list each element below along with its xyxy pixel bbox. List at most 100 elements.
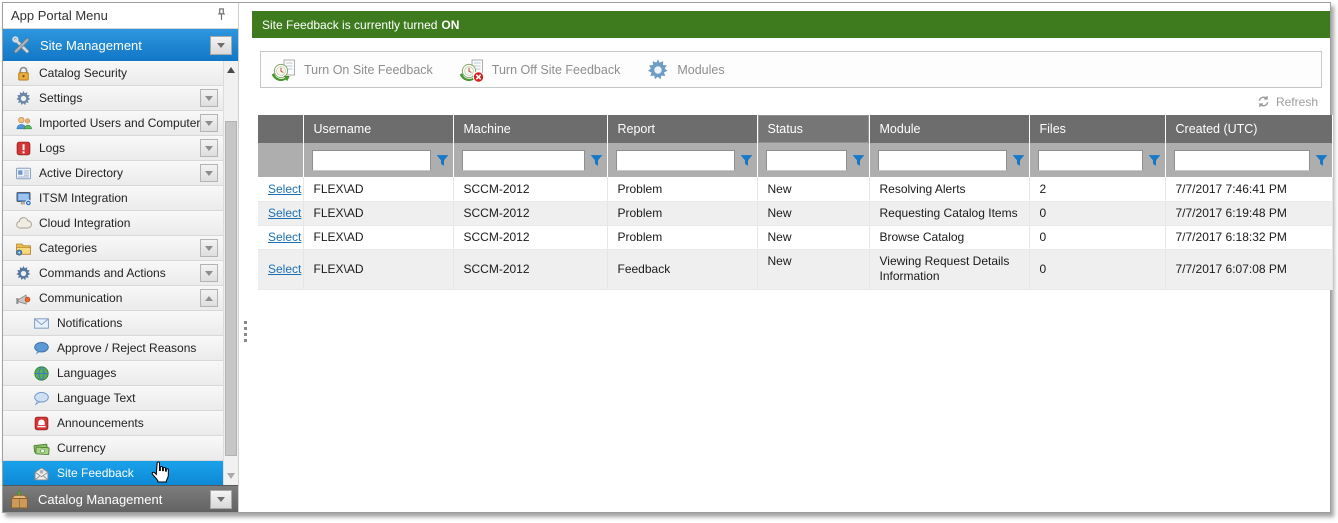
cell-report: Problem: [607, 201, 757, 225]
files-filter-input[interactable]: [1038, 150, 1143, 171]
select-link[interactable]: Select: [268, 262, 301, 276]
cell-created: 7/7/2017 6:18:32 PM: [1165, 225, 1332, 249]
sidebar-item-catalog-security[interactable]: Catalog Security: [3, 61, 223, 86]
filter-funnel-icon[interactable]: [1012, 154, 1025, 167]
sidebar-item-language-text[interactable]: Language Text: [3, 386, 223, 411]
cell-report: Problem: [607, 225, 757, 249]
sidebar-item-cloud-integration[interactable]: Cloud Integration: [3, 211, 223, 236]
refresh-button[interactable]: Refresh: [1276, 95, 1318, 109]
cell-machine: SCCM-2012: [453, 249, 607, 289]
box-icon: [9, 489, 30, 510]
filter-funnel-icon[interactable]: [1315, 154, 1328, 167]
sidebar-item-announcements[interactable]: Announcements: [3, 411, 223, 436]
item-label: ITSM Integration: [39, 191, 128, 205]
cell-created: 7/7/2017 6:19:48 PM: [1165, 201, 1332, 225]
item-label: Communication: [39, 291, 122, 305]
sidebar-item-imported-users-and-computers[interactable]: Imported Users and Computers: [3, 111, 223, 136]
lock-icon: [15, 65, 32, 82]
created-filter-input[interactable]: [1174, 150, 1310, 171]
column-header-created[interactable]: Created (UTC): [1165, 115, 1332, 143]
sidebar-item-itsm-integration[interactable]: ITSM Integration: [3, 186, 223, 211]
column-header-machine[interactable]: Machine: [453, 115, 607, 143]
select-link[interactable]: Select: [268, 230, 301, 244]
turn-off-site-feedback-button[interactable]: Turn Off Site Feedback: [459, 57, 621, 83]
module-filter-input[interactable]: [878, 150, 1007, 171]
column-header-status[interactable]: Status: [757, 115, 869, 143]
filter-funnel-icon[interactable]: [590, 154, 603, 167]
scroll-up-button[interactable]: [224, 63, 238, 77]
column-header-select[interactable]: [258, 115, 303, 143]
cell-status: New: [757, 249, 869, 289]
turn-on-site-feedback-button[interactable]: Turn On Site Feedback: [271, 57, 433, 83]
sidebar-item-categories[interactable]: Categories: [3, 236, 223, 261]
modules-button[interactable]: Modules: [646, 58, 724, 82]
select-link[interactable]: Select: [268, 182, 301, 196]
status-filter-input[interactable]: [766, 150, 847, 171]
button-label: Modules: [677, 63, 724, 77]
scrollbar-thumb[interactable]: [225, 121, 237, 456]
section-dropdown-button[interactable]: [210, 36, 232, 55]
machine-filter-input[interactable]: [462, 150, 585, 171]
sidebar-item-notifications[interactable]: Notifications: [3, 311, 223, 336]
item-dropdown-button[interactable]: [200, 164, 218, 182]
sidebar-section-site-management[interactable]: Site Management: [3, 29, 238, 61]
table-row: Select FLEX\AD SCCM-2012 Problem New Res…: [258, 177, 1332, 201]
panel-splitter[interactable]: [240, 3, 252, 512]
sidebar-item-currency[interactable]: Currency: [3, 436, 223, 461]
sidebar-item-approve-reject-reasons[interactable]: Approve / Reject Reasons: [3, 336, 223, 361]
item-label: Languages: [57, 366, 116, 380]
select-link[interactable]: Select: [268, 206, 301, 220]
banner-text: Site Feedback is currently turned: [262, 18, 437, 32]
section-dropdown-button[interactable]: [210, 490, 232, 509]
cell-files: 0: [1029, 225, 1165, 249]
feedback-table: Username Machine Report Status Module Fi…: [258, 115, 1333, 290]
sidebar-section-catalog-management[interactable]: Catalog Management: [3, 485, 238, 512]
column-header-files[interactable]: Files: [1029, 115, 1165, 143]
sidebar: App Portal Menu Site Management Catalog …: [3, 3, 239, 512]
main-panel: Site Feedback is currently turned ON Tur…: [252, 3, 1330, 512]
item-label: Cloud Integration: [39, 216, 130, 230]
item-label: Notifications: [57, 316, 122, 330]
filter-funnel-icon[interactable]: [436, 154, 449, 167]
filter-row: [258, 143, 1332, 177]
cell-username: FLEX\AD: [303, 201, 453, 225]
sidebar-item-commands-and-actions[interactable]: Commands and Actions: [3, 261, 223, 286]
item-dropdown-button[interactable]: [200, 239, 218, 257]
column-header-module[interactable]: Module: [869, 115, 1029, 143]
cell-module: Browse Catalog: [869, 225, 1029, 249]
username-filter-input[interactable]: [312, 150, 431, 171]
column-header-report[interactable]: Report: [607, 115, 757, 143]
chevron-down-icon: [205, 146, 213, 151]
item-collapse-button[interactable]: [200, 289, 218, 307]
table-row: Select FLEX\AD SCCM-2012 Problem New Req…: [258, 201, 1332, 225]
column-header-username[interactable]: Username: [303, 115, 453, 143]
sidebar-item-logs[interactable]: Logs: [3, 136, 223, 161]
filter-funnel-icon[interactable]: [1148, 154, 1161, 167]
sidebar-item-active-directory[interactable]: Active Directory: [3, 161, 223, 186]
item-dropdown-button[interactable]: [200, 139, 218, 157]
filter-funnel-icon[interactable]: [740, 154, 753, 167]
cell-module: Requesting Catalog Items: [869, 201, 1029, 225]
pushpin-icon[interactable]: [213, 7, 230, 24]
chevron-down-icon: [205, 96, 213, 101]
item-dropdown-button[interactable]: [200, 114, 218, 132]
chevron-down-icon: [217, 43, 225, 48]
cell-username: FLEX\AD: [303, 225, 453, 249]
report-filter-input[interactable]: [616, 150, 735, 171]
item-dropdown-button[interactable]: [200, 89, 218, 107]
table-header-row: Username Machine Report Status Module Fi…: [258, 115, 1332, 143]
scroll-down-button[interactable]: [224, 469, 238, 483]
item-label: Imported Users and Computers: [39, 116, 206, 130]
item-label: Commands and Actions: [39, 266, 166, 280]
filter-funnel-icon[interactable]: [852, 154, 865, 167]
item-dropdown-button[interactable]: [200, 264, 218, 282]
cell-report: Feedback: [607, 249, 757, 289]
sidebar-scrollbar[interactable]: [223, 61, 238, 485]
item-label: Site Feedback: [57, 466, 134, 480]
sidebar-item-languages[interactable]: Languages: [3, 361, 223, 386]
users-icon: [15, 115, 32, 132]
sidebar-item-communication[interactable]: Communication: [3, 286, 223, 311]
cell-files: 0: [1029, 201, 1165, 225]
sidebar-item-settings[interactable]: Settings: [3, 86, 223, 111]
sidebar-item-site-feedback[interactable]: Site Feedback: [3, 461, 223, 486]
